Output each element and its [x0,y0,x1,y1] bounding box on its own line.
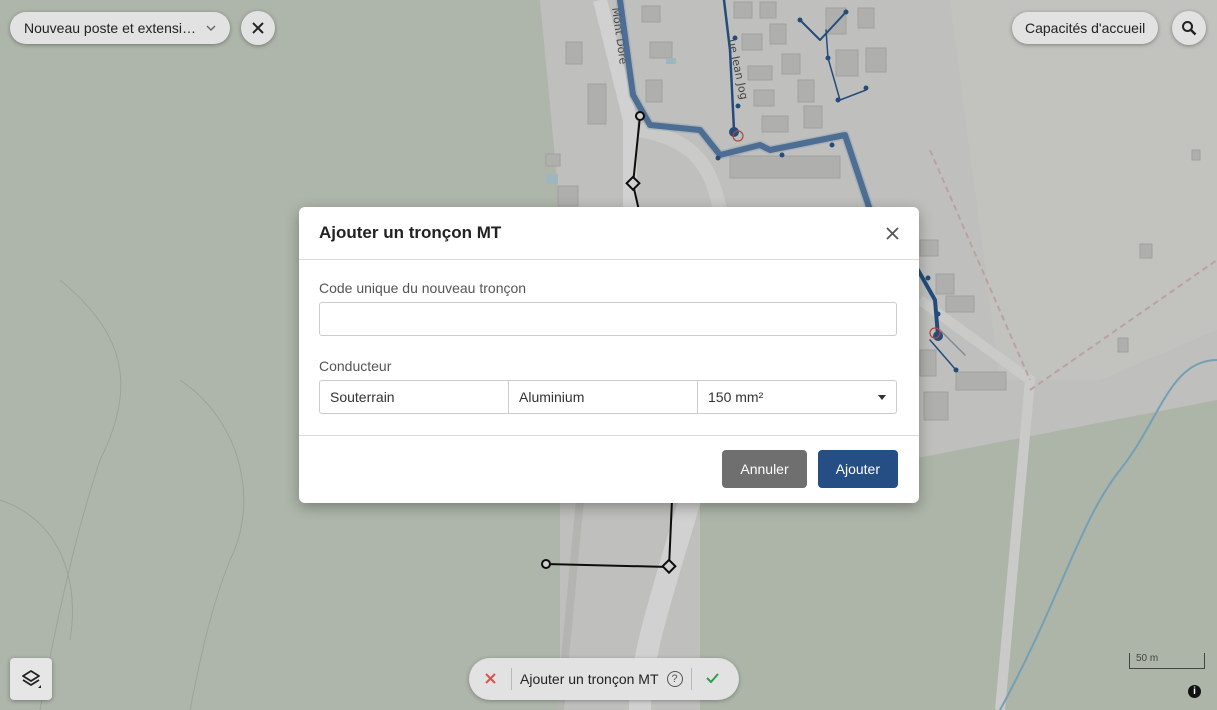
info-icon[interactable]: i [1188,685,1201,698]
close-icon [252,22,264,34]
action-bar: Ajouter un tronçon MT ? [469,658,739,700]
close-icon [886,226,899,240]
capacites-button[interactable]: Capacités d'accueil [1012,12,1159,44]
layers-icon [20,668,42,690]
conducteur-label: Conducteur [319,358,392,374]
conducteur-material[interactable]: Aluminium [509,381,698,413]
conducteur-section-value: 150 mm² [708,389,764,405]
dialog-title: Ajouter un tronçon MT [319,223,502,242]
mode-select[interactable]: Nouveau poste et extensi… [10,12,230,44]
action-label: Ajouter un tronçon MT [520,671,659,687]
map-scale: 50 m [1129,653,1205,669]
conducteur-section-select[interactable]: 150 mm² [698,381,896,413]
clear-mode-button[interactable] [241,11,275,45]
code-label: Code unique du nouveau tronçon [319,280,527,296]
dialog-body: Code unique du nouveau tronçon Conducteu… [299,260,919,436]
dialog-footer: Annuler Ajouter [299,436,919,502]
cancel-action-button[interactable] [469,669,511,689]
dialog-close-button[interactable] [886,226,899,240]
conducteur-material-value: Aluminium [519,389,585,405]
caret-down-icon [878,394,886,400]
confirm-action-button[interactable] [692,670,734,688]
conducteur-type[interactable]: Souterrain [320,381,509,413]
conducteur-type-value: Souterrain [330,389,395,405]
code-input[interactable] [319,302,897,336]
chevron-down-icon [206,25,216,31]
add-button[interactable]: Ajouter [817,450,898,488]
layers-button[interactable] [10,658,52,700]
cancel-button[interactable]: Annuler [722,450,807,488]
search-icon [1181,20,1197,36]
close-icon [484,669,496,688]
scale-label: 50 m [1136,653,1159,664]
search-button[interactable] [1172,11,1206,45]
add-segment-dialog: Ajouter un tronçon MT Code unique du nou… [299,207,919,503]
dialog-header: Ajouter un tronçon MT [299,207,919,260]
capacites-label: Capacités d'accueil [1025,20,1146,36]
mode-select-value: Nouveau poste et extensi… [24,20,196,36]
conducteur-field: Souterrain Aluminium 150 mm² [319,380,897,414]
help-icon[interactable]: ? [666,671,683,687]
check-icon [706,670,719,687]
